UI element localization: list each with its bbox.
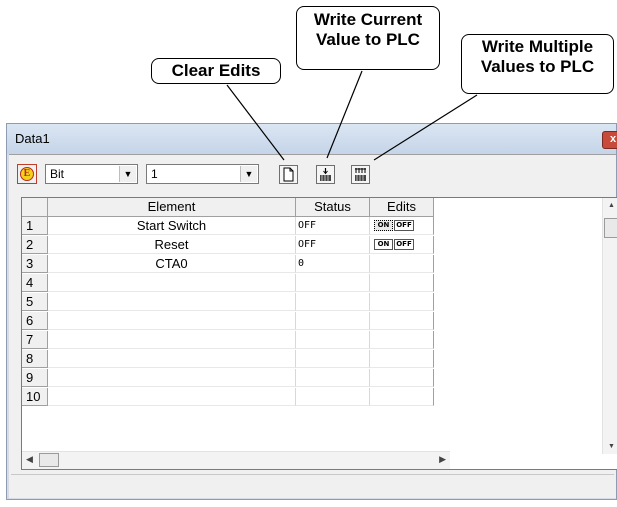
table-row[interactable]: 5	[22, 293, 434, 311]
status-cell	[296, 274, 370, 292]
edits-cell[interactable]	[370, 388, 434, 406]
edits-cell[interactable]	[370, 293, 434, 311]
row-number: 8	[22, 350, 48, 368]
status-cell	[296, 388, 370, 406]
window-client-area: E Bit ▼ 1 ▼ Element Status Edits 1 Start…	[9, 154, 617, 498]
status-cell: 0	[296, 255, 370, 273]
horizontal-scrollbar[interactable]: ◀ ▶	[22, 451, 450, 469]
table-row[interactable]: 4	[22, 274, 434, 292]
header-element[interactable]: Element	[48, 198, 296, 216]
edit-mode-button[interactable]: E	[17, 164, 37, 184]
data-type-value: Bit	[50, 167, 65, 181]
scroll-right-icon[interactable]: ▶	[439, 454, 446, 465]
edits-cell[interactable]: ON OFF	[370, 217, 434, 235]
window-title: Data1	[15, 131, 50, 146]
on-button[interactable]: ON	[374, 220, 393, 231]
element-cell[interactable]	[48, 312, 296, 330]
clear-edits-callout: Clear Edits	[151, 58, 281, 84]
write-multiple-callout-line1: Write Multiple	[481, 37, 594, 56]
data-type-select[interactable]: Bit ▼	[45, 164, 138, 184]
chevron-down-icon[interactable]: ▼	[119, 166, 136, 182]
edits-cell[interactable]	[370, 350, 434, 368]
row-number: 7	[22, 331, 48, 349]
count-value: 1	[151, 167, 158, 181]
edit-mode-icon: E	[20, 167, 34, 181]
vertical-scroll-thumb[interactable]	[604, 218, 617, 238]
row-number: 9	[22, 369, 48, 387]
data-grid[interactable]: Element Status Edits 1 Start Switch OFF ON O…	[21, 197, 617, 470]
row-number: 6	[22, 312, 48, 330]
close-button[interactable]: x	[602, 131, 617, 149]
write-multiple-values-button[interactable]	[351, 165, 370, 184]
status-cell	[296, 331, 370, 349]
window-titlebar[interactable]: Data1 x	[7, 124, 617, 154]
row-number: 10	[22, 388, 48, 406]
write-current-callout: Write Current Value to PLC	[296, 6, 440, 70]
element-cell[interactable]: Start Switch	[48, 217, 296, 235]
write-multiple-callout: Write Multiple Values to PLC	[461, 34, 614, 94]
scroll-down-icon[interactable]: ▼	[603, 443, 617, 450]
edits-cell[interactable]	[370, 274, 434, 292]
element-cell[interactable]	[48, 350, 296, 368]
write-current-callout-line2: Value to PLC	[316, 30, 420, 49]
off-button[interactable]: OFF	[394, 220, 414, 231]
table-row[interactable]: 1 Start Switch OFF ON OFF	[22, 217, 434, 235]
element-cell[interactable]	[48, 331, 296, 349]
status-cell	[296, 369, 370, 387]
horizontal-scroll-thumb[interactable]	[39, 453, 59, 467]
header-edits[interactable]: Edits	[370, 198, 434, 216]
row-number: 2	[22, 236, 48, 254]
write-current-callout-line1: Write Current	[313, 10, 423, 29]
element-cell[interactable]	[48, 293, 296, 311]
write-current-value-button[interactable]	[316, 165, 335, 184]
edits-cell[interactable]: ON OFF	[370, 236, 434, 254]
chevron-down-icon[interactable]: ▼	[240, 166, 257, 182]
row-number: 5	[22, 293, 48, 311]
element-cell[interactable]	[48, 388, 296, 406]
table-row[interactable]: 10	[22, 388, 434, 406]
status-cell: OFF	[296, 217, 370, 235]
status-cell	[296, 312, 370, 330]
edits-cell[interactable]	[370, 369, 434, 387]
element-cell[interactable]: Reset	[48, 236, 296, 254]
element-cell[interactable]	[48, 369, 296, 387]
status-cell	[296, 350, 370, 368]
table-row[interactable]: 7	[22, 331, 434, 349]
edits-cell[interactable]	[370, 331, 434, 349]
vertical-scrollbar[interactable]: ▲ ▼	[602, 198, 617, 454]
table-row[interactable]: 8	[22, 350, 434, 368]
count-select[interactable]: 1 ▼	[146, 164, 259, 184]
clear-edits-button[interactable]	[279, 165, 298, 184]
write-single-icon	[320, 168, 331, 181]
element-cell[interactable]	[48, 274, 296, 292]
edits-cell[interactable]	[370, 255, 434, 273]
edits-cell[interactable]	[370, 312, 434, 330]
table-row[interactable]: 9	[22, 369, 434, 387]
new-page-icon	[283, 167, 294, 182]
scroll-left-icon[interactable]: ◀	[26, 454, 33, 465]
row-number: 3	[22, 255, 48, 273]
table-row[interactable]: 3 CTA0 0	[22, 255, 434, 273]
status-cell: OFF	[296, 236, 370, 254]
clear-edits-callout-text: Clear Edits	[171, 61, 261, 80]
header-row-number	[22, 198, 48, 216]
table-row[interactable]: 6	[22, 312, 434, 330]
element-cell[interactable]: CTA0	[48, 255, 296, 273]
write-multiple-icon	[355, 168, 366, 181]
status-cell	[296, 293, 370, 311]
data-window: Data1 x E Bit ▼ 1 ▼ Element Status Edits…	[6, 123, 617, 500]
table-row[interactable]: 2 Reset OFF ON OFF	[22, 236, 434, 254]
header-status[interactable]: Status	[296, 198, 370, 216]
row-number: 1	[22, 217, 48, 235]
grid-header-row: Element Status Edits	[22, 198, 434, 217]
status-bar	[11, 474, 614, 495]
on-button[interactable]: ON	[374, 239, 393, 250]
row-number: 4	[22, 274, 48, 292]
scroll-up-icon[interactable]: ▲	[603, 202, 617, 209]
off-button[interactable]: OFF	[394, 239, 414, 250]
write-multiple-callout-line2: Values to PLC	[480, 57, 595, 76]
